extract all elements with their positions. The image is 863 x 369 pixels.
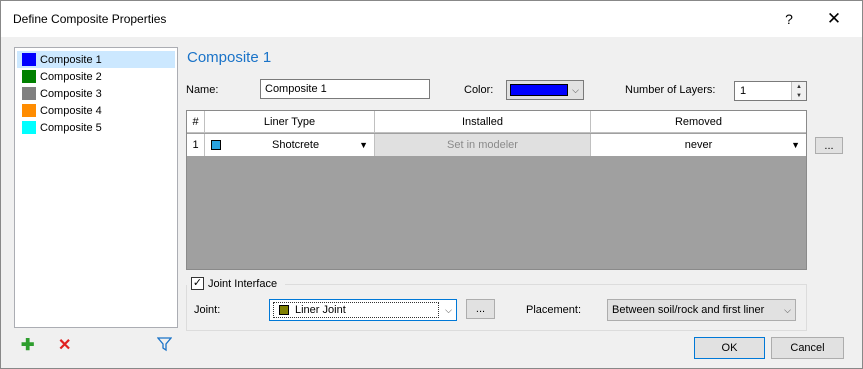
column-header: Liner Type	[205, 111, 375, 133]
name-input[interactable]: Composite 1	[260, 79, 430, 99]
cancel-button[interactable]: Cancel	[771, 337, 844, 359]
composite-list-item[interactable]: Composite 3	[17, 85, 175, 102]
composite-list-item[interactable]: Composite 5	[17, 119, 175, 136]
color-swatch-icon	[22, 121, 36, 134]
name-label: Name:	[186, 84, 219, 96]
color-swatch-icon	[22, 87, 36, 100]
joint-dropdown[interactable]: Liner Joint ⌵	[269, 299, 457, 321]
joint-interface-label: Joint Interface	[208, 278, 278, 290]
dialog-title: Define Composite Properties	[13, 12, 167, 26]
plus-icon: ✚	[21, 337, 35, 354]
delete-icon: ✕	[58, 337, 72, 354]
chevron-down-icon: ⌵	[572, 84, 579, 95]
dropdown-arrow-icon: ▼	[359, 140, 368, 150]
color-swatch-icon	[22, 53, 36, 66]
composite-list-item[interactable]: Composite 1	[17, 51, 175, 68]
layers-grid: # Liner Type Installed Removed 1 Shotcre…	[186, 110, 807, 270]
chevron-down-icon: ⌵	[445, 304, 452, 315]
filter-icon	[156, 337, 173, 352]
help-button[interactable]: ?	[769, 1, 809, 37]
name-input-value: Composite 1	[265, 83, 327, 95]
removed-dropdown[interactable]: never ▼	[591, 134, 806, 156]
color-swatch-icon	[510, 84, 568, 96]
color-label: Color:	[464, 84, 494, 96]
close-button[interactable]: ✕	[814, 1, 854, 37]
composite-label: Composite 5	[40, 121, 102, 134]
placement-label: Placement:	[526, 304, 582, 316]
table-row: 1 Shotcrete ▼ Set in modeler never ▼	[187, 134, 806, 156]
liner-type-value: Shotcrete	[272, 139, 320, 151]
composite-label: Composite 3	[40, 87, 102, 100]
liner-color-icon	[211, 140, 221, 150]
delete-composite-button[interactable]: ✕	[58, 335, 71, 355]
column-header: Installed	[375, 111, 591, 133]
composite-list[interactable]: Composite 1 Composite 2 Composite 3 Comp…	[14, 47, 178, 328]
joint-label: Joint:	[194, 304, 221, 316]
grid-more-button[interactable]: ...	[815, 137, 843, 154]
color-swatch-icon	[22, 104, 36, 117]
grid-header: # Liner Type Installed Removed	[187, 111, 806, 133]
placement-value: Between soil/rock and first liner	[612, 304, 765, 316]
joint-color-icon	[279, 305, 289, 315]
placement-dropdown[interactable]: Between soil/rock and first liner ⌵	[607, 299, 796, 321]
dialog-window: Define Composite Properties ? ✕ Composit…	[0, 0, 863, 369]
composite-label: Composite 1	[40, 53, 102, 66]
liner-type-dropdown[interactable]: Shotcrete ▼	[205, 134, 375, 156]
column-header: Removed	[674, 116, 723, 128]
column-header: #	[187, 111, 205, 133]
removed-value: never	[684, 139, 713, 151]
add-composite-button[interactable]: ✚	[21, 335, 34, 355]
composite-label: Composite 2	[40, 70, 102, 83]
stepper-buttons: ▲ ▼	[791, 82, 806, 100]
chevron-down-icon: ⌵	[784, 304, 791, 315]
ok-button[interactable]: OK	[694, 337, 765, 359]
composite-list-item[interactable]: Composite 2	[17, 68, 175, 85]
title-bar: Define Composite Properties ? ✕	[1, 1, 862, 37]
color-picker-dropdown[interactable]: ⌵	[506, 80, 584, 100]
composite-label: Composite 4	[40, 104, 102, 117]
layers-label: Number of Layers:	[625, 84, 716, 96]
joint-more-button[interactable]: ...	[466, 299, 495, 319]
joint-value: Liner Joint	[295, 304, 346, 316]
arrow-down-icon[interactable]: ▼	[792, 91, 806, 100]
composite-heading: Composite 1	[187, 49, 272, 66]
joint-dropdown-focus: Liner Joint	[273, 302, 439, 318]
dropdown-arrow-icon: ▼	[791, 140, 800, 150]
layers-stepper[interactable]: 1 ▲ ▼	[734, 81, 807, 101]
arrow-up-icon[interactable]: ▲	[792, 82, 806, 91]
color-swatch-icon	[22, 70, 36, 83]
layers-value: 1	[740, 85, 747, 97]
filter-button[interactable]	[156, 337, 173, 357]
row-number: 1	[187, 134, 205, 156]
composite-list-item[interactable]: Composite 4	[17, 102, 175, 119]
joint-interface-checkbox[interactable]: ✓	[191, 277, 204, 290]
installed-cell: Set in modeler	[375, 134, 591, 156]
